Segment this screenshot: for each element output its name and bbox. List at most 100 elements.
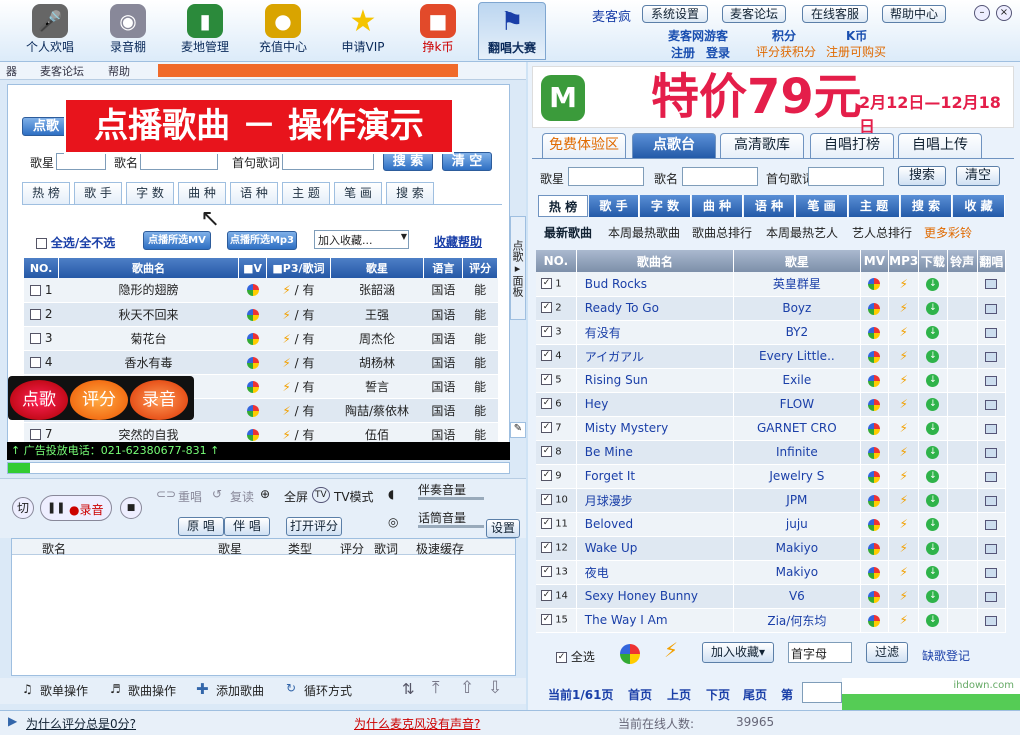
accompany-volume-slider[interactable] [418,497,484,500]
mv-icon[interactable] [868,302,881,315]
row-song-name[interactable]: 隐形的翅膀 [58,278,239,303]
mv-icon[interactable] [868,614,881,627]
checkbox-icon[interactable] [30,284,41,296]
mv-icon[interactable] [868,470,881,483]
tab-search[interactable]: 搜 索 [386,182,434,204]
mp3-icon[interactable]: ⚡ [899,589,907,603]
download-icon[interactable]: ↓ [926,518,940,531]
subtab-week-artists[interactable]: 本周最热艺人 [766,224,838,241]
edit-icon[interactable]: ✎ [510,422,526,438]
cat-language[interactable]: 语 种 [744,195,795,217]
song-input[interactable] [140,153,218,170]
menu-item-forum[interactable]: 麦客论坛 [40,63,84,79]
mp3-icon[interactable]: ⚡ [899,277,907,291]
system-settings-button[interactable]: 系统设置 [642,5,708,23]
login-link[interactable]: 登录 [706,44,730,61]
close-icon[interactable]: × [996,5,1012,21]
monitor-icon[interactable] [985,495,998,506]
row-mp3[interactable]: ⚡ / 有 [266,278,331,303]
table-row[interactable]: 3 菊花台 ⚡ / 有周杰伦 国语能 [24,326,498,351]
row-download[interactable]: ↓ [918,392,948,417]
row-song-name[interactable]: 菊花台 [58,326,239,351]
download-icon[interactable]: ↓ [926,350,940,363]
subtab-newest[interactable]: 最新歌曲 [544,224,592,241]
row-mp3[interactable]: ⚡ / 有 [266,374,331,399]
row-song-name[interactable]: Sexy Honey Bunny [576,584,734,609]
row-song-name[interactable]: Be Mine [576,440,734,465]
mic-volume-slider[interactable] [418,525,484,528]
nav-vip[interactable]: ★ 申请VIP [330,2,396,60]
bubble-record-button[interactable]: 录音 [130,380,188,420]
row-song-name[interactable]: Wake Up [576,536,734,561]
mp3-icon[interactable]: ⚡ [899,613,907,627]
play-selected-mv-button[interactable]: 点播所选MV [143,231,211,250]
checkbox-checked-icon[interactable]: ✓ [541,614,552,626]
row-download[interactable]: ↓ [918,536,948,561]
row-mv[interactable] [860,608,890,633]
monitor-icon[interactable] [985,471,998,482]
nav-contest[interactable]: ⚑ 翻唱大赛 [478,2,546,60]
row-ringtone[interactable] [947,536,978,561]
row-mp3[interactable]: ⚡ [888,584,920,609]
mv-icon[interactable] [868,278,881,291]
subtab-week-hot[interactable]: 本周最热歌曲 [608,224,680,241]
row-ringtone[interactable] [947,320,978,345]
mp3-icon[interactable]: ⚡ [899,421,907,435]
row-singer[interactable]: juju [733,512,861,537]
mv-icon[interactable] [246,356,259,369]
table-row[interactable]: ✓ 4 アイガアル Every Little.. ⚡ ↓ [536,344,1007,369]
row-mv[interactable] [860,512,890,537]
download-icon[interactable]: ↓ [926,614,940,627]
tv-icon[interactable]: TV [312,487,330,503]
cat-strokes[interactable]: 笔 画 [796,195,848,217]
row-mp3[interactable]: ⚡ / 有 [266,302,331,327]
cat-theme[interactable]: 主 题 [849,195,900,217]
search-button[interactable]: 搜 索 [383,152,433,171]
tab-song-pick[interactable]: 点歌 [22,117,70,136]
checkbox-checked-icon[interactable]: ✓ [541,374,552,386]
mp3-icon[interactable]: ⚡ [899,373,907,387]
monitor-icon[interactable] [985,615,998,626]
row-cover[interactable] [977,392,1007,417]
tab-genre[interactable]: 曲 种 [178,182,226,204]
row-song-name[interactable]: 夜电 [576,560,734,585]
accompany-button[interactable]: 伴 唱 [224,517,270,536]
table-row[interactable]: ✓ 7 Misty Mystery GARNET CRO ⚡ ↓ [536,416,1007,441]
row-singer[interactable]: 英皇群星 [733,272,861,297]
buy-kcoin-link[interactable]: 注册可购买 [826,43,886,60]
cat-singer[interactable]: 歌 手 [589,195,639,217]
table-row[interactable]: ✓ 8 Be Mine Infinite ⚡ ↓ [536,440,1007,465]
download-icon[interactable]: ↓ [926,590,940,603]
side-panel-tab[interactable]: 点歌▸面板 [510,216,526,320]
row-ringtone[interactable] [947,608,978,633]
table-row[interactable]: ✓ 13 夜电 Makiyo ⚡ ↓ [536,560,1007,585]
row-mv[interactable] [860,272,890,297]
row-mv[interactable] [238,326,267,351]
nav-earn-kcoin[interactable]: ■ 挣k币 [408,2,468,60]
mp3-icon[interactable]: ⚡ [899,541,907,555]
table-row[interactable]: ✓ 1 Bud Rocks 英皇群星 ⚡ ↓ [536,272,1007,297]
checkbox-checked-icon[interactable]: ✓ [541,566,552,578]
singer-input[interactable] [56,153,106,170]
table-row[interactable]: ✓ 14 Sexy Honey Bunny V6 ⚡ ↓ [536,584,1007,609]
row-cover[interactable] [977,272,1007,297]
fullscreen-icon[interactable]: ⊕ [260,487,270,501]
settings-button[interactable]: 设置 [486,519,520,538]
row-ringtone[interactable] [947,440,978,465]
row-mp3[interactable]: ⚡ [888,512,920,537]
row-ringtone[interactable] [947,464,978,489]
row-cover[interactable] [977,440,1007,465]
last-page-link[interactable]: 尾页 [743,686,767,703]
row-singer[interactable]: Jewelry S [733,464,861,489]
row-singer[interactable]: JPM [733,488,861,513]
row-song-name[interactable]: Ready To Go [576,296,734,321]
right-lyrics-input[interactable] [808,167,884,186]
row-song-name[interactable]: Bud Rocks [576,272,734,297]
monitor-icon[interactable] [985,447,998,458]
row-mp3[interactable]: ⚡ [888,440,920,465]
row-download[interactable]: ↓ [918,584,948,609]
tab-language[interactable]: 语 种 [230,182,278,204]
cat-search[interactable]: 搜 索 [901,195,952,217]
row-cover[interactable] [977,608,1007,633]
table-row[interactable]: ✓ 3 有没有 BY2 ⚡ ↓ [536,320,1007,345]
